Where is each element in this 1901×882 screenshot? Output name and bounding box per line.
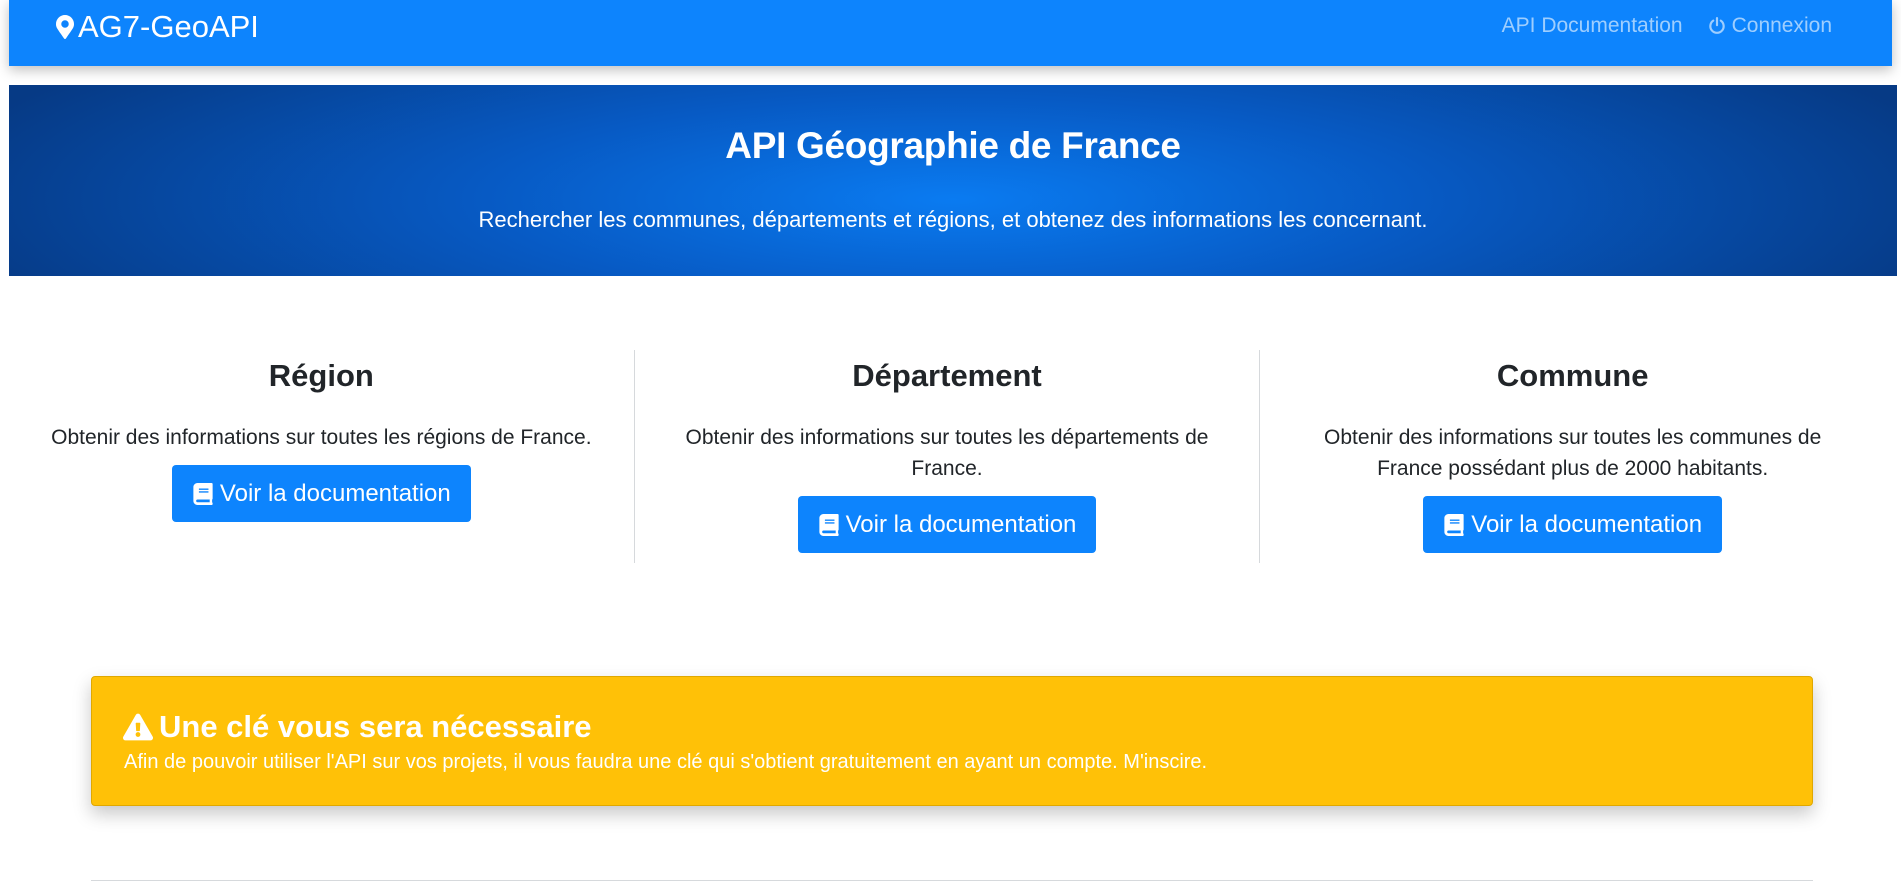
section-description: Obtenir des informations sur toutes les … xyxy=(685,426,1209,480)
page: AG7-GeoAPI API Documentation Connexion A… xyxy=(0,0,1901,882)
api-documentation-link[interactable]: API Documentation xyxy=(1502,14,1683,38)
alert-title-text: Une clé vous sera nécessaire xyxy=(159,709,592,744)
api-documentation-label: API Documentation xyxy=(1501,14,1683,37)
button-label: Voir la documentation xyxy=(1471,510,1703,538)
brand-link[interactable]: AG7-GeoAPI xyxy=(56,9,259,45)
navbar: AG7-GeoAPI API Documentation Connexion xyxy=(9,0,1892,66)
button-label: Voir la documentation xyxy=(845,510,1077,538)
hero-title: API Géographie de France xyxy=(725,125,1181,166)
commune-documentation-button[interactable]: Voir la documentation xyxy=(1423,496,1723,553)
hero-banner: API Géographie de France Rechercher les … xyxy=(9,85,1897,276)
alert-text: Afin de pouvoir utiliser l'API sur vos p… xyxy=(124,751,1208,773)
connexion-link[interactable]: Connexion xyxy=(1707,14,1832,38)
section-title: Commune xyxy=(1496,358,1649,393)
book-icon xyxy=(193,482,213,505)
section-region: Région Obtenir des informations sur tout… xyxy=(9,350,634,563)
api-sections: Région Obtenir des informations sur tout… xyxy=(9,350,1885,563)
divider xyxy=(91,880,1813,881)
button-label: Voir la documentation xyxy=(219,479,451,507)
connexion-label: Connexion xyxy=(1731,14,1832,37)
map-marker-icon xyxy=(56,15,74,39)
section-title: Département xyxy=(852,358,1042,393)
warning-icon xyxy=(123,713,153,741)
book-icon xyxy=(1444,513,1464,536)
section-departement: Département Obtenir des informations sur… xyxy=(633,350,1260,563)
key-required-alert: Une clé vous sera nécessaire Afin de pou… xyxy=(91,676,1813,806)
brand-text: AG7-GeoAPI xyxy=(78,9,259,44)
section-title: Région xyxy=(268,358,374,393)
section-description: Obtenir des informations sur toutes les … xyxy=(51,426,592,449)
section-commune: Commune Obtenir des informations sur tou… xyxy=(1259,350,1885,563)
hero-subtitle: Rechercher les communes, départements et… xyxy=(478,207,1428,232)
book-icon xyxy=(818,513,839,536)
section-description: Obtenir des informations sur toutes les … xyxy=(1324,426,1822,480)
departement-documentation-button[interactable]: Voir la documentation xyxy=(797,496,1097,553)
power-icon xyxy=(1708,17,1725,34)
nav-links: API Documentation Connexion xyxy=(1502,14,1832,38)
alert-title: Une clé vous sera nécessaire xyxy=(123,709,592,745)
region-documentation-button[interactable]: Voir la documentation xyxy=(171,465,471,522)
